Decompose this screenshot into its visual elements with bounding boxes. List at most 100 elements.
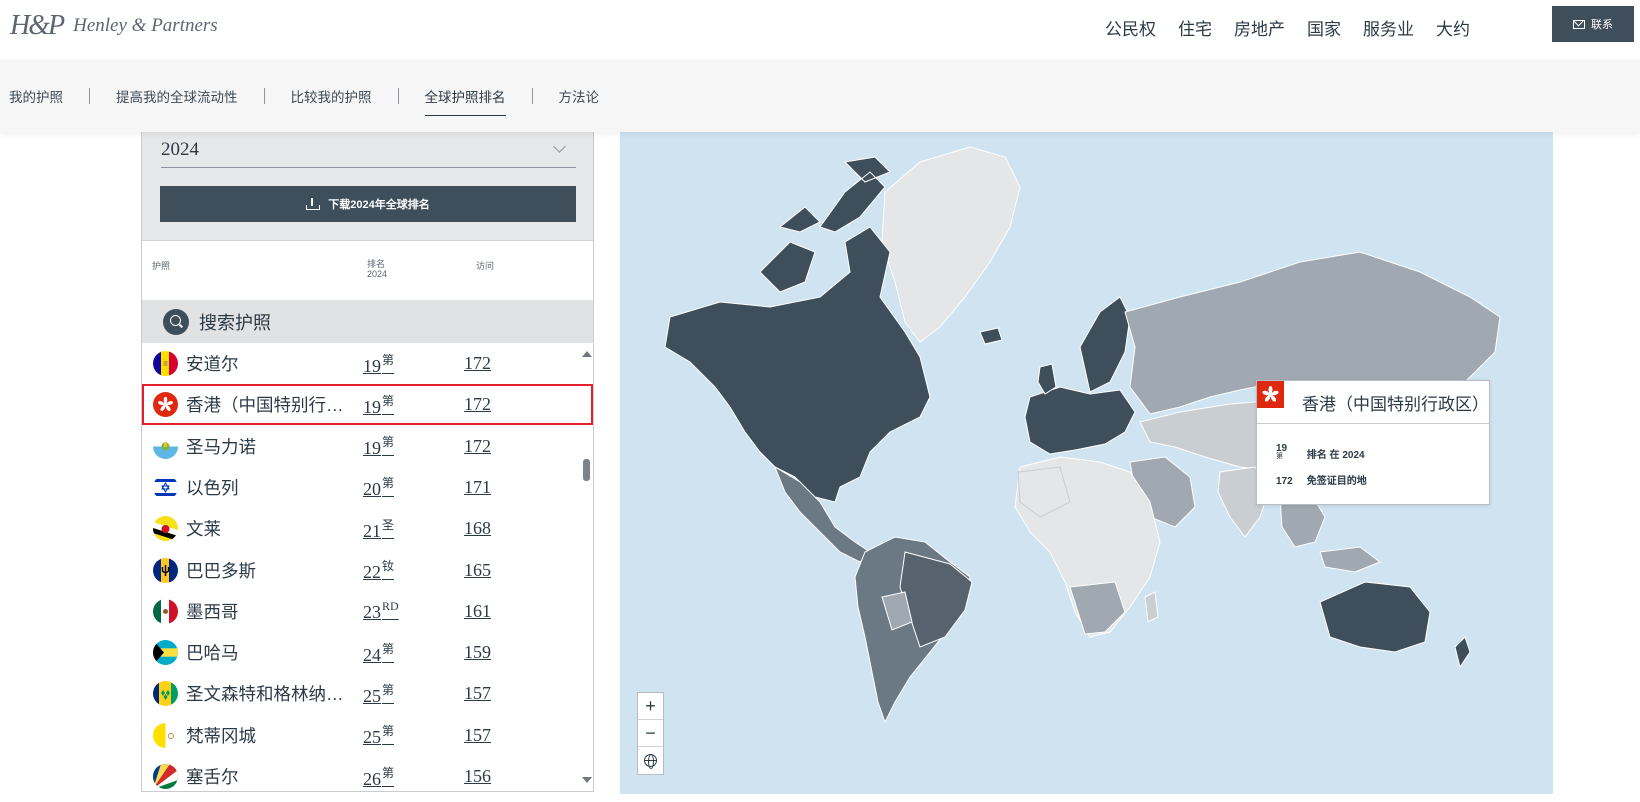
passport-rank-link[interactable]: 25第 [363, 722, 394, 748]
zoom-in-button[interactable]: + [638, 693, 663, 720]
scroll-down-icon[interactable] [582, 777, 592, 783]
reset-view-button[interactable] [638, 747, 663, 774]
passport-list: 安道尔19第172香港（中国特别行政区）19第172圣马力诺19第172以色列2… [142, 343, 593, 791]
passport-row[interactable]: 文莱 21圣 168 [142, 508, 578, 549]
passport-row[interactable]: 圣马力诺 19第 172 [142, 426, 578, 467]
passport-row[interactable]: 梵蒂冈城 25第 157 [142, 715, 578, 756]
region-iceland [979, 327, 1003, 345]
passport-visa-link[interactable]: 172 [464, 394, 491, 415]
passport-rank-value: 22 [363, 562, 381, 582]
passport-visa-link[interactable]: 157 [464, 725, 491, 746]
passport-rank-link[interactable]: 21圣 [363, 516, 394, 542]
download-label: 下载2024年全球排名 [328, 199, 430, 211]
passport-visa-link[interactable]: 171 [464, 477, 491, 498]
passport-row[interactable]: 安道尔 19第 172 [142, 343, 578, 384]
passport-visa-link[interactable]: 161 [464, 601, 491, 622]
passport-rank-value: 21 [363, 520, 381, 541]
vatican-flag-icon [153, 722, 178, 748]
tooltip-rank: 19 第 排名 在 2024 [1276, 444, 1365, 462]
passport-name: 文莱 [186, 519, 221, 540]
nav-about[interactable]: 大约 [1436, 15, 1470, 40]
col-passport[interactable]: 护照 [152, 259, 170, 272]
israel-flag-icon [153, 474, 178, 500]
passport-visa-link[interactable]: 159 [464, 642, 491, 663]
passport-row[interactable]: 巴巴多斯 22钕 165 [142, 550, 578, 591]
year-select[interactable]: 2024 [161, 132, 576, 168]
passport-row[interactable]: 墨西哥 23RD 161 [142, 591, 578, 632]
col-visa[interactable]: 访问 [476, 259, 494, 272]
passport-rank-link[interactable]: 20第 [363, 474, 394, 500]
tab-methodology[interactable]: 方法论 [559, 86, 600, 106]
tooltip-visa-value: 172 [1276, 476, 1293, 487]
sub-nav: 我的护照 提高我的全球流动性 比较我的护照 全球护照排名 方法论 [0, 60, 1640, 132]
tab-improve-mobility[interactable]: 提高我的全球流动性 [116, 86, 238, 106]
tooltip-header: 香港（中国特别行政区） [1257, 381, 1489, 424]
passport-name: 圣马力诺 [186, 436, 256, 457]
passport-name: 香港（中国特别行政区） [186, 395, 346, 416]
search-passport-input[interactable]: 搜索护照 [142, 300, 593, 343]
col-rank-label: 排名 [367, 259, 386, 269]
barbados-flag-icon [153, 557, 178, 583]
divider [263, 88, 265, 104]
nav-citizenship[interactable]: 公民权 [1105, 15, 1156, 40]
mail-icon [1573, 19, 1585, 29]
passport-rank-link[interactable]: 22钕 [363, 557, 394, 583]
search-label: 搜索护照 [199, 312, 271, 333]
nav-services[interactable]: 服务业 [1363, 15, 1414, 40]
nav-real-estate[interactable]: 房地产 [1234, 15, 1285, 40]
passport-rank-suffix: RD [382, 599, 399, 614]
logo[interactable]: H&P Henley & Partners [10, 10, 218, 42]
passport-row[interactable]: 塞舌尔 26第 156 [142, 756, 578, 791]
passport-name: 塞舌尔 [186, 767, 239, 787]
col-rank[interactable]: 排名 2024 [367, 259, 387, 279]
tab-global-ranking[interactable]: 全球护照排名 [424, 86, 506, 116]
tooltip-visa-label: 免签证目的地 [1306, 476, 1367, 487]
sanmarino-flag-icon [153, 433, 178, 459]
year-value: 2024 [161, 138, 199, 160]
passport-visa-link[interactable]: 165 [464, 560, 491, 581]
passport-rank-link[interactable]: 23RD [363, 599, 399, 623]
stvincent-flag-icon [153, 681, 178, 707]
zoom-out-button[interactable]: − [638, 720, 663, 747]
passport-rank-link[interactable]: 25第 [363, 681, 394, 707]
tab-compare-passport[interactable]: 比较我的护照 [291, 86, 372, 106]
world-map[interactable]: + − 香港（中国特别行政区） 19 第 排名 在 2024 172 免签证目的地 [620, 132, 1553, 794]
passport-row[interactable]: 以色列 20第 171 [142, 467, 578, 508]
nav-residence[interactable]: 住宅 [1178, 15, 1212, 40]
scroll-thumb[interactable] [583, 459, 590, 481]
passport-row[interactable]: 香港（中国特别行政区） 19第 172 [142, 384, 593, 426]
passport-name: 安道尔 [186, 354, 239, 374]
passport-rank-link[interactable]: 24第 [363, 640, 394, 666]
passport-rank-value: 25 [363, 727, 381, 748]
passport-visa-link[interactable]: 157 [464, 683, 491, 704]
list-scrollbar[interactable] [579, 343, 593, 791]
passport-row[interactable]: 巴哈马 24第 159 [142, 632, 578, 673]
passport-rank-link[interactable]: 26第 [363, 764, 394, 790]
region-scandinavia [1079, 296, 1131, 393]
nav-countries[interactable]: 国家 [1307, 15, 1341, 40]
contact-button[interactable]: 联系 [1552, 6, 1634, 42]
seychelles-flag-icon [153, 764, 178, 789]
download-ranking-button[interactable]: 下载2024年全球排名 [160, 186, 576, 222]
passport-visa-link[interactable]: 156 [464, 766, 491, 787]
passport-row[interactable]: 圣文森特和格林纳丁斯 25第 157 [142, 673, 578, 714]
panel-controls: 2024 下载2024年全球排名 [142, 132, 593, 240]
top-header: H&P Henley & Partners 公民权 住宅 房地产 国家 服务业 … [0, 0, 1640, 60]
logo-text: Henley & Partners [73, 15, 218, 36]
passport-rank-suffix: 第 [382, 641, 395, 656]
tab-my-passport[interactable]: 我的护照 [9, 86, 63, 106]
passport-rank-link[interactable]: 19第 [363, 392, 394, 418]
passport-visa-link[interactable]: 172 [464, 436, 491, 457]
tooltip-visa: 172 免签证目的地 [1276, 472, 1367, 487]
passport-rank-link[interactable]: 19第 [363, 351, 394, 377]
passport-rank-link[interactable]: 19第 [363, 433, 394, 459]
bahamas-flag-icon [153, 640, 178, 666]
passport-visa-link[interactable]: 168 [464, 518, 491, 539]
passport-name: 巴哈马 [186, 643, 239, 664]
contact-label: 联系 [1591, 19, 1613, 31]
andorra-flag-icon [153, 351, 178, 376]
passport-rank-value: 23 [363, 602, 381, 623]
scroll-up-icon[interactable] [582, 351, 592, 357]
hongkong-flag-icon [153, 392, 178, 418]
passport-visa-link[interactable]: 172 [464, 353, 491, 374]
